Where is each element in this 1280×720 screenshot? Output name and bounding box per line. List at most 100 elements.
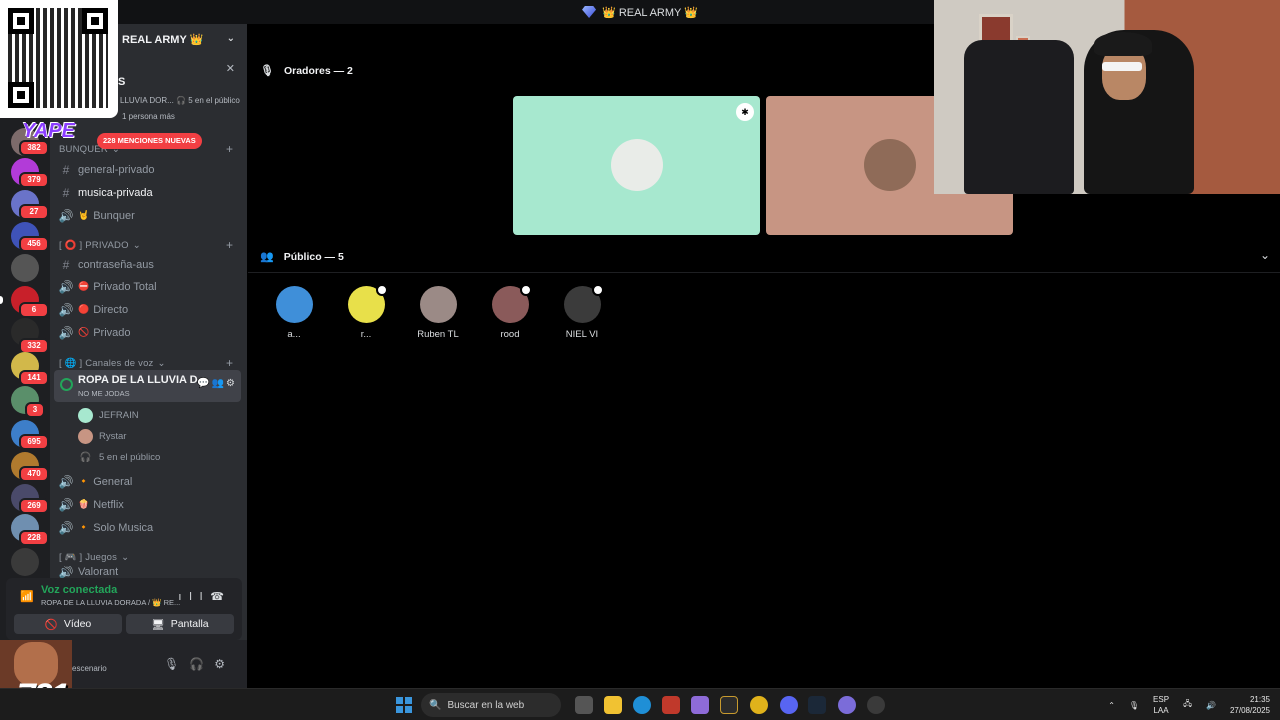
channel-privado-total[interactable]: 🔊 ⛔ Privado Total (58, 276, 241, 297)
channel-solo-musica[interactable]: 🔊 🔸 Solo Musica (58, 517, 241, 538)
chrome-icon[interactable] (750, 696, 768, 714)
search-placeholder: Buscar en la web (447, 699, 525, 711)
audience-member[interactable]: r... (336, 284, 396, 340)
diamond-icon: 🔸 (78, 522, 90, 532)
channel-general-privado[interactable]: # general-privado (58, 159, 241, 180)
volume-icon[interactable]: 🔊 (1206, 701, 1216, 710)
obs-icon[interactable] (867, 696, 885, 714)
speaker-icon: 🔊 (58, 520, 74, 535)
network-icon[interactable]: 🖧 (1183, 698, 1192, 712)
server-icon[interactable] (11, 254, 39, 282)
qr-code (0, 0, 118, 118)
category-canales-de-voz[interactable]: [ 🌐 ] Canales de voz ⌄ (59, 358, 166, 369)
audience-member[interactable]: Ruben TL (408, 286, 468, 340)
chevron-down-icon[interactable]: ⌄ (1260, 248, 1270, 262)
server-logo-icon (582, 6, 597, 18)
moderator-icon: ✱ (736, 103, 754, 121)
windows-start-icon[interactable] (396, 697, 412, 713)
channel-ropa-de-la-lluvia-dorada[interactable]: ROPA DE LA LLUVIA D... NO ME JODAS 💬👥⚙ (54, 370, 241, 402)
channel-directo[interactable]: 🔊 🔴 Directo (58, 299, 241, 320)
chevron-up-icon[interactable]: ⌃ (1108, 701, 1115, 710)
audience-member[interactable]: NIEL VI (552, 284, 612, 340)
audience-name: rood (500, 329, 520, 340)
user-controls: 🎙🎧⚙ (164, 657, 235, 671)
video-off-icon: 🚫 (44, 618, 58, 631)
channel-bunquer[interactable]: 🔊 🤘 Bunquer (58, 205, 241, 226)
channel-member[interactable]: JEFRAIN (78, 405, 139, 425)
microphone-icon[interactable]: 🎙 (164, 657, 189, 671)
add-channel-icon[interactable]: + (226, 142, 233, 156)
screen-label: Pantalla (170, 618, 209, 630)
server-name: REAL ARMY 👑 (122, 33, 204, 46)
audience-member[interactable]: rood (480, 284, 540, 340)
mentions-badge[interactable]: 228 MENCIONES NUEVAS (97, 133, 202, 149)
channel-label: General (93, 475, 133, 488)
user-status: escenario (72, 664, 107, 673)
chrome-profile-icon[interactable] (838, 696, 856, 714)
add-channel-icon[interactable]: + (226, 356, 233, 370)
audience-icon: 👥 (260, 251, 274, 263)
audience-count: 5 en el público (99, 451, 161, 463)
invite-icon[interactable]: 👥 (212, 378, 226, 389)
steam-icon[interactable] (808, 696, 826, 714)
server-icon[interactable] (11, 548, 39, 576)
close-icon[interactable]: ✕ (226, 62, 235, 75)
add-channel-icon[interactable]: + (226, 238, 233, 252)
audience-name: Ruben TL (417, 329, 459, 340)
channel-label: Directo (93, 303, 129, 316)
language-indicator[interactable]: ESP LAA (1153, 694, 1169, 716)
channel-label: musica-privada (78, 186, 153, 199)
clock[interactable]: 21:35 27/08/2025 (1230, 694, 1270, 716)
channel-contrasena[interactable]: # contraseña-aus (58, 254, 241, 275)
yape-logo: YAPE (22, 120, 75, 142)
disconnect-icon[interactable]: ☎ (210, 591, 232, 603)
section-divider (248, 272, 1280, 273)
member-name: JEFRAIN (99, 409, 139, 421)
voice-channel[interactable]: ROPA DE LA LLUVIA DORADA / 👑 RE... (41, 598, 180, 607)
chevron-down-icon: ⌄ (132, 240, 141, 251)
headphones-icon[interactable]: 🎧 (189, 657, 214, 671)
soundboard-icon[interactable]: ıll (178, 591, 210, 603)
avatar (491, 284, 532, 323)
gear-icon[interactable]: ⚙ (214, 657, 235, 671)
copilot-icon[interactable] (691, 696, 709, 714)
channel-privado[interactable]: 🔊 🚫 Privado (58, 322, 241, 343)
nitro-badge-icon (375, 284, 388, 296)
chat-icon[interactable]: 💬 (197, 378, 211, 389)
active-channel-topic: NO ME JODAS (78, 389, 130, 398)
channel-label: contraseña-aus (78, 258, 154, 271)
qr-finder (8, 8, 34, 34)
channel-valorant[interactable]: 🔊 Valorant (58, 566, 241, 578)
avatar (78, 407, 93, 423)
member-name: Rystar (99, 430, 127, 442)
channel-tools[interactable]: 💬👥⚙ (197, 378, 237, 389)
microphone-icon[interactable]: 🎙 (1129, 701, 1139, 710)
avatar (78, 428, 93, 444)
edge-icon[interactable] (633, 696, 651, 714)
channel-musica-privada[interactable]: # musica-privada (58, 182, 241, 203)
snipping-tool-icon[interactable] (662, 696, 680, 714)
task-view-icon[interactable] (575, 696, 593, 714)
warcraft-icon[interactable] (720, 696, 738, 714)
video-label: Vídeo (63, 618, 92, 630)
channel-netflix[interactable]: 🔊 🍿 Netflix (58, 494, 241, 515)
signal-icon[interactable]: 📶 (20, 590, 34, 603)
taskbar-search[interactable]: 🔍 Buscar en la web (421, 693, 561, 717)
audience-member[interactable]: a... (264, 286, 324, 340)
screen-share-button[interactable]: 🖥 Pantalla (126, 614, 234, 634)
lang-top: ESP (1153, 695, 1170, 704)
channel-member[interactable]: Rystar (78, 426, 126, 446)
voice-status[interactable]: Voz conectada (41, 584, 117, 596)
channel-audience[interactable]: 🎧 5 en el público (78, 447, 161, 467)
windows-taskbar: 🔍 Buscar en la web ⌃ 🎙 ESP LAA 🖧 🔊 21:35… (0, 688, 1280, 720)
video-button[interactable]: 🚫 Vídeo (14, 614, 122, 634)
category-privado[interactable]: [ ⭕ ] PRIVADO ⌄ (59, 240, 141, 251)
avatar (419, 286, 457, 323)
gear-icon[interactable]: ⚙ (226, 378, 237, 389)
speaker-tile[interactable]: ✱ (513, 96, 760, 235)
file-explorer-icon[interactable] (604, 696, 622, 714)
category-juegos[interactable]: [ 🎮 ] Juegos ⌄ (59, 552, 129, 563)
discord-icon[interactable] (780, 696, 798, 714)
streamer-hair (1094, 32, 1152, 56)
channel-general[interactable]: 🔊 🔸 General (58, 471, 241, 492)
